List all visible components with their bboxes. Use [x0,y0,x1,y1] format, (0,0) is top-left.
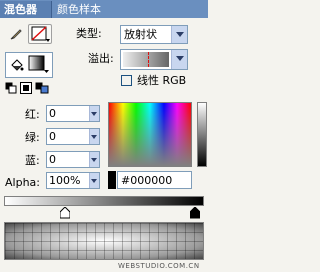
fill-type-value: 放射状 [124,28,157,41]
linear-rgb-checkbox[interactable] [121,75,132,86]
chevron-down-icon[interactable] [171,50,187,69]
color-spectrum-picker[interactable] [108,102,192,167]
stroke-color-swatch[interactable] [28,24,52,44]
fill-type-select[interactable]: 放射状 [120,25,188,44]
chevron-down-icon[interactable] [89,173,99,188]
green-value: 0 [49,130,56,143]
stroke-pencil-icon [8,26,24,42]
fill-color-swatch[interactable] [28,55,50,74]
paint-bucket-icon [9,57,25,73]
selected-color-preview [108,171,116,189]
linear-rgb-label: 线性 RGB [137,74,187,87]
alpha-label: Alpha: [5,176,40,189]
blue-input[interactable]: 0 [46,151,100,168]
hex-value: #000000 [121,174,173,187]
gradient-stop-white[interactable] [59,206,71,219]
chevron-down-icon[interactable] [171,26,187,43]
watermark-text: WEBSTUDIO.COM.CN [118,262,200,270]
blue-value: 0 [49,153,56,166]
red-label: 红: [25,108,40,121]
alpha-input[interactable]: 100% [46,172,100,189]
type-label: 类型: [76,27,102,40]
black-white-icon[interactable] [5,82,17,94]
chevron-down-icon[interactable] [89,152,99,167]
chevron-down-icon[interactable] [89,129,99,144]
red-value: 0 [49,107,56,120]
no-color-icon[interactable] [20,82,32,94]
overflow-marker-line [148,52,149,67]
tab-color-mixer[interactable]: 混色器 [0,1,52,18]
brightness-slider[interactable] [197,102,207,167]
hex-color-input[interactable]: #000000 [117,171,192,189]
red-input[interactable]: 0 [46,105,100,122]
green-label: 绿: [25,131,40,144]
gradient-preview [4,222,204,260]
overflow-label: 溢出: [88,52,114,65]
swap-colors-icon[interactable] [35,82,49,94]
tab-color-swatches[interactable]: 颜色样本 [53,1,125,18]
overflow-select[interactable] [120,49,188,70]
green-input[interactable]: 0 [46,128,100,145]
blue-label: 蓝: [25,154,40,167]
gradient-stop-black[interactable] [189,206,201,219]
chevron-down-icon[interactable] [89,106,99,121]
alpha-value: 100% [49,174,81,187]
gradient-definition-bar[interactable] [4,196,204,206]
overflow-gradient-preview [123,52,169,67]
